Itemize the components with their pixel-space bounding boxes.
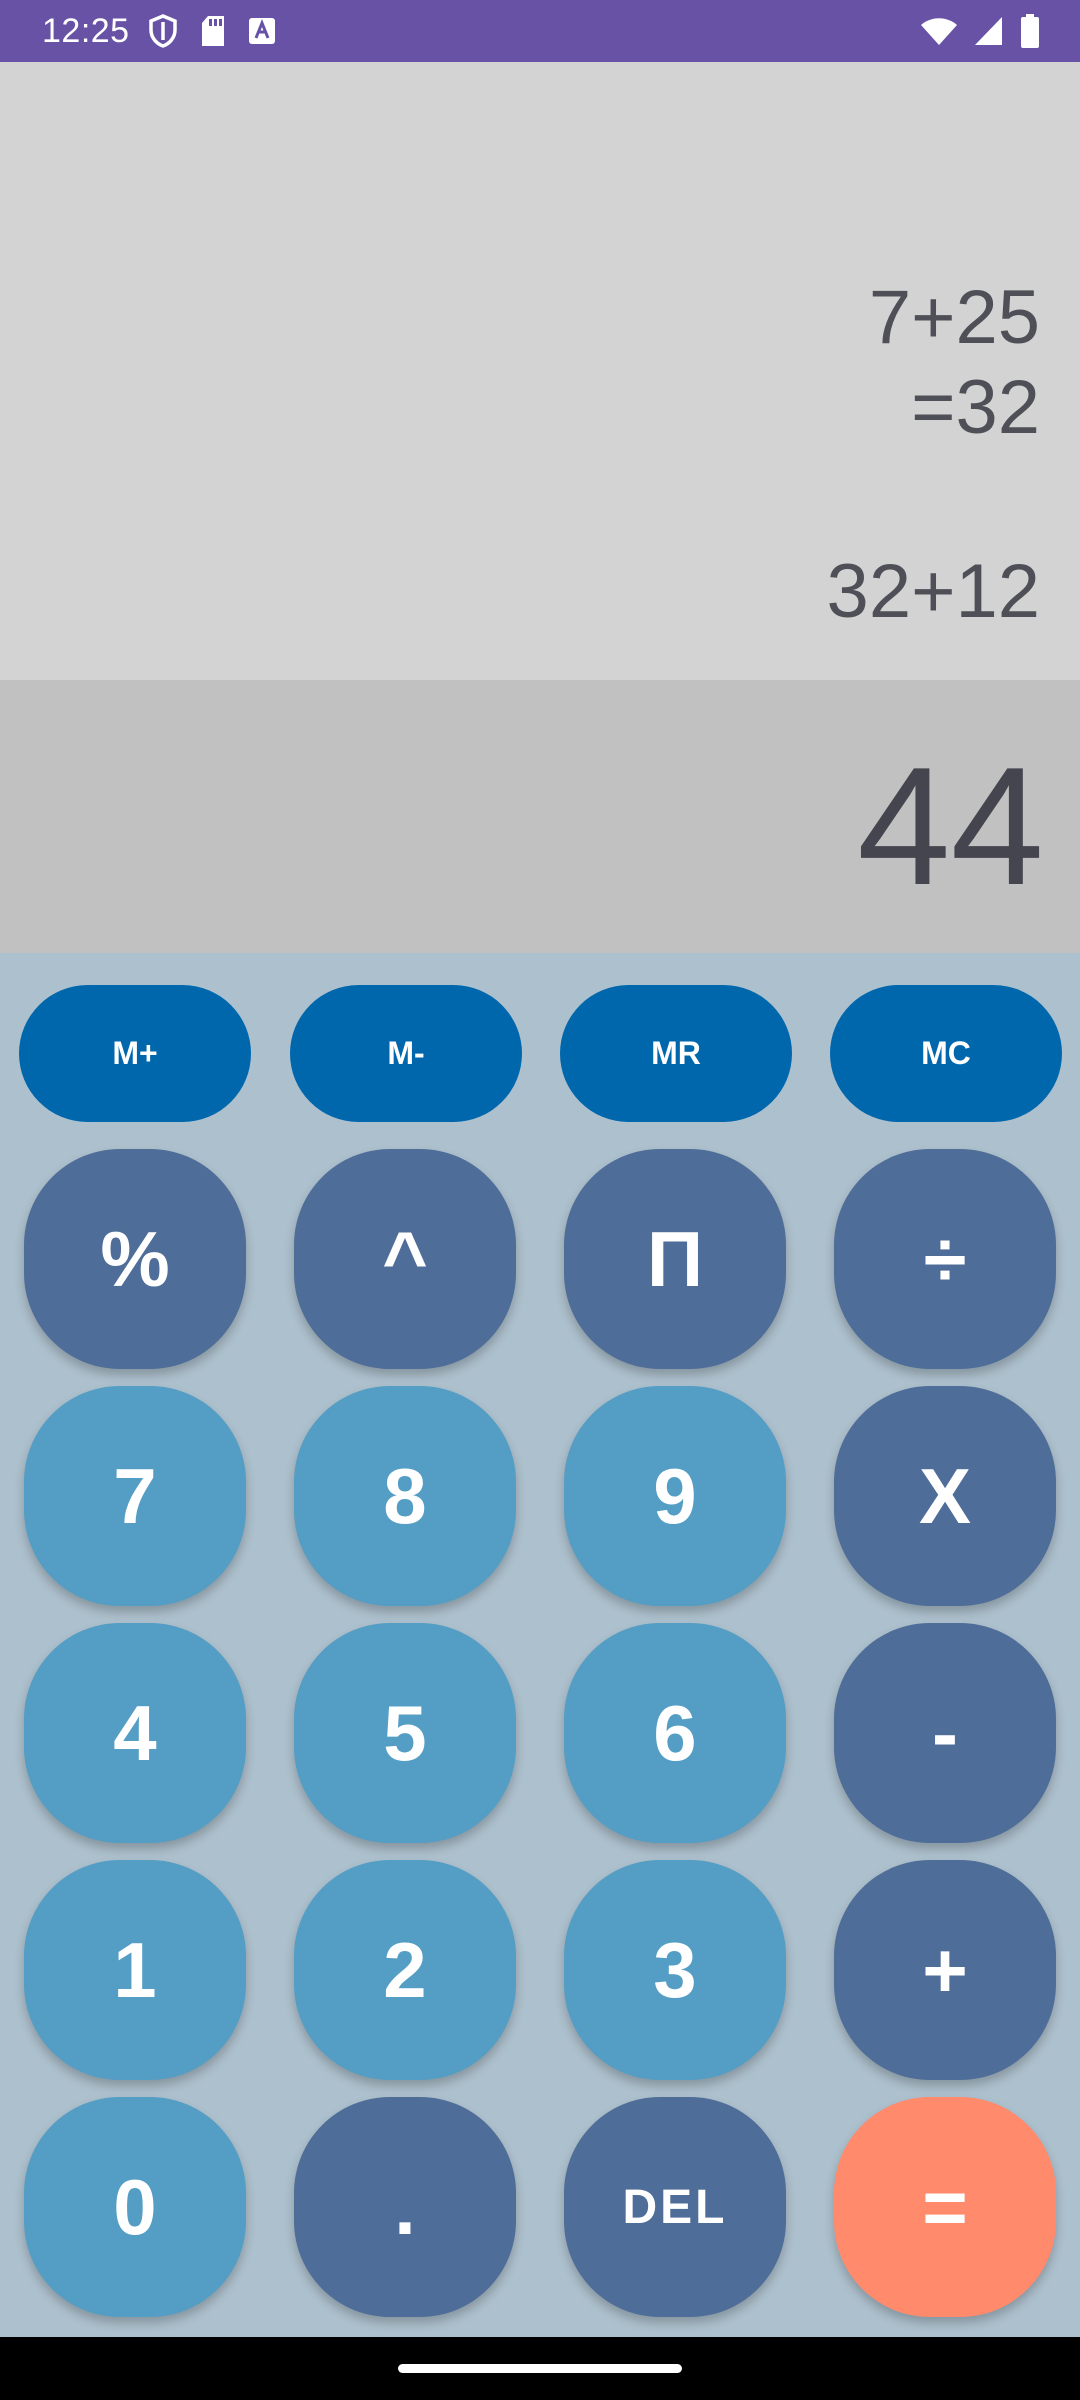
keyboard-a-icon [248,17,276,45]
memory-recall-button[interactable]: MR [560,985,792,1122]
power-key[interactable]: ^ [294,1149,516,1369]
multiply-key[interactable]: X [834,1386,1056,1606]
digit-2-key[interactable]: 2 [294,1860,516,2080]
digit-9-key[interactable]: 9 [564,1386,786,1606]
history-result: =32 [911,365,1040,450]
minus-key[interactable]: - [834,1623,1056,1843]
memory-clear-button[interactable]: MC [830,985,1062,1122]
home-gesture-handle[interactable] [398,2364,682,2373]
digit-8-key[interactable]: 8 [294,1386,516,1606]
digit-1-key[interactable]: 1 [24,1860,246,2080]
pi-key[interactable]: Π [564,1149,786,1369]
navigation-bar [0,2337,1080,2400]
history-panel: 7+25 =32 32+12 [0,62,1080,680]
equals-key[interactable]: = [834,2097,1056,2317]
current-expression: 32+12 [826,549,1040,634]
status-time: 12:25 [42,11,130,50]
sd-card-icon [200,15,226,47]
history-expression: 7+25 [868,275,1040,360]
battery-icon [1020,14,1040,48]
digit-0-key[interactable]: 0 [24,2097,246,2317]
result-panel: 44 [0,680,1080,953]
digit-7-key[interactable]: 7 [24,1386,246,1606]
digit-3-key[interactable]: 3 [564,1860,786,2080]
percent-key[interactable]: % [24,1149,246,1369]
digit-4-key[interactable]: 4 [24,1623,246,1843]
divide-key[interactable]: ÷ [834,1149,1056,1369]
status-bar: 12:25 [0,0,1080,62]
digit-5-key[interactable]: 5 [294,1623,516,1843]
keypad: M+ M- MR MC % ^ Π ÷ 7 8 9 X 4 5 6 - 1 2 … [0,953,1080,2337]
memory-add-button[interactable]: M+ [19,985,251,1122]
wifi-icon [920,16,958,46]
result-display: 44 [857,732,1044,920]
memory-subtract-button[interactable]: M- [290,985,522,1122]
shield-icon [148,14,178,48]
delete-key[interactable]: DEL [564,2097,786,2317]
plus-key[interactable]: + [834,1860,1056,2080]
digit-6-key[interactable]: 6 [564,1623,786,1843]
cell-signal-icon [974,16,1004,46]
decimal-point-key[interactable]: . [294,2097,516,2317]
